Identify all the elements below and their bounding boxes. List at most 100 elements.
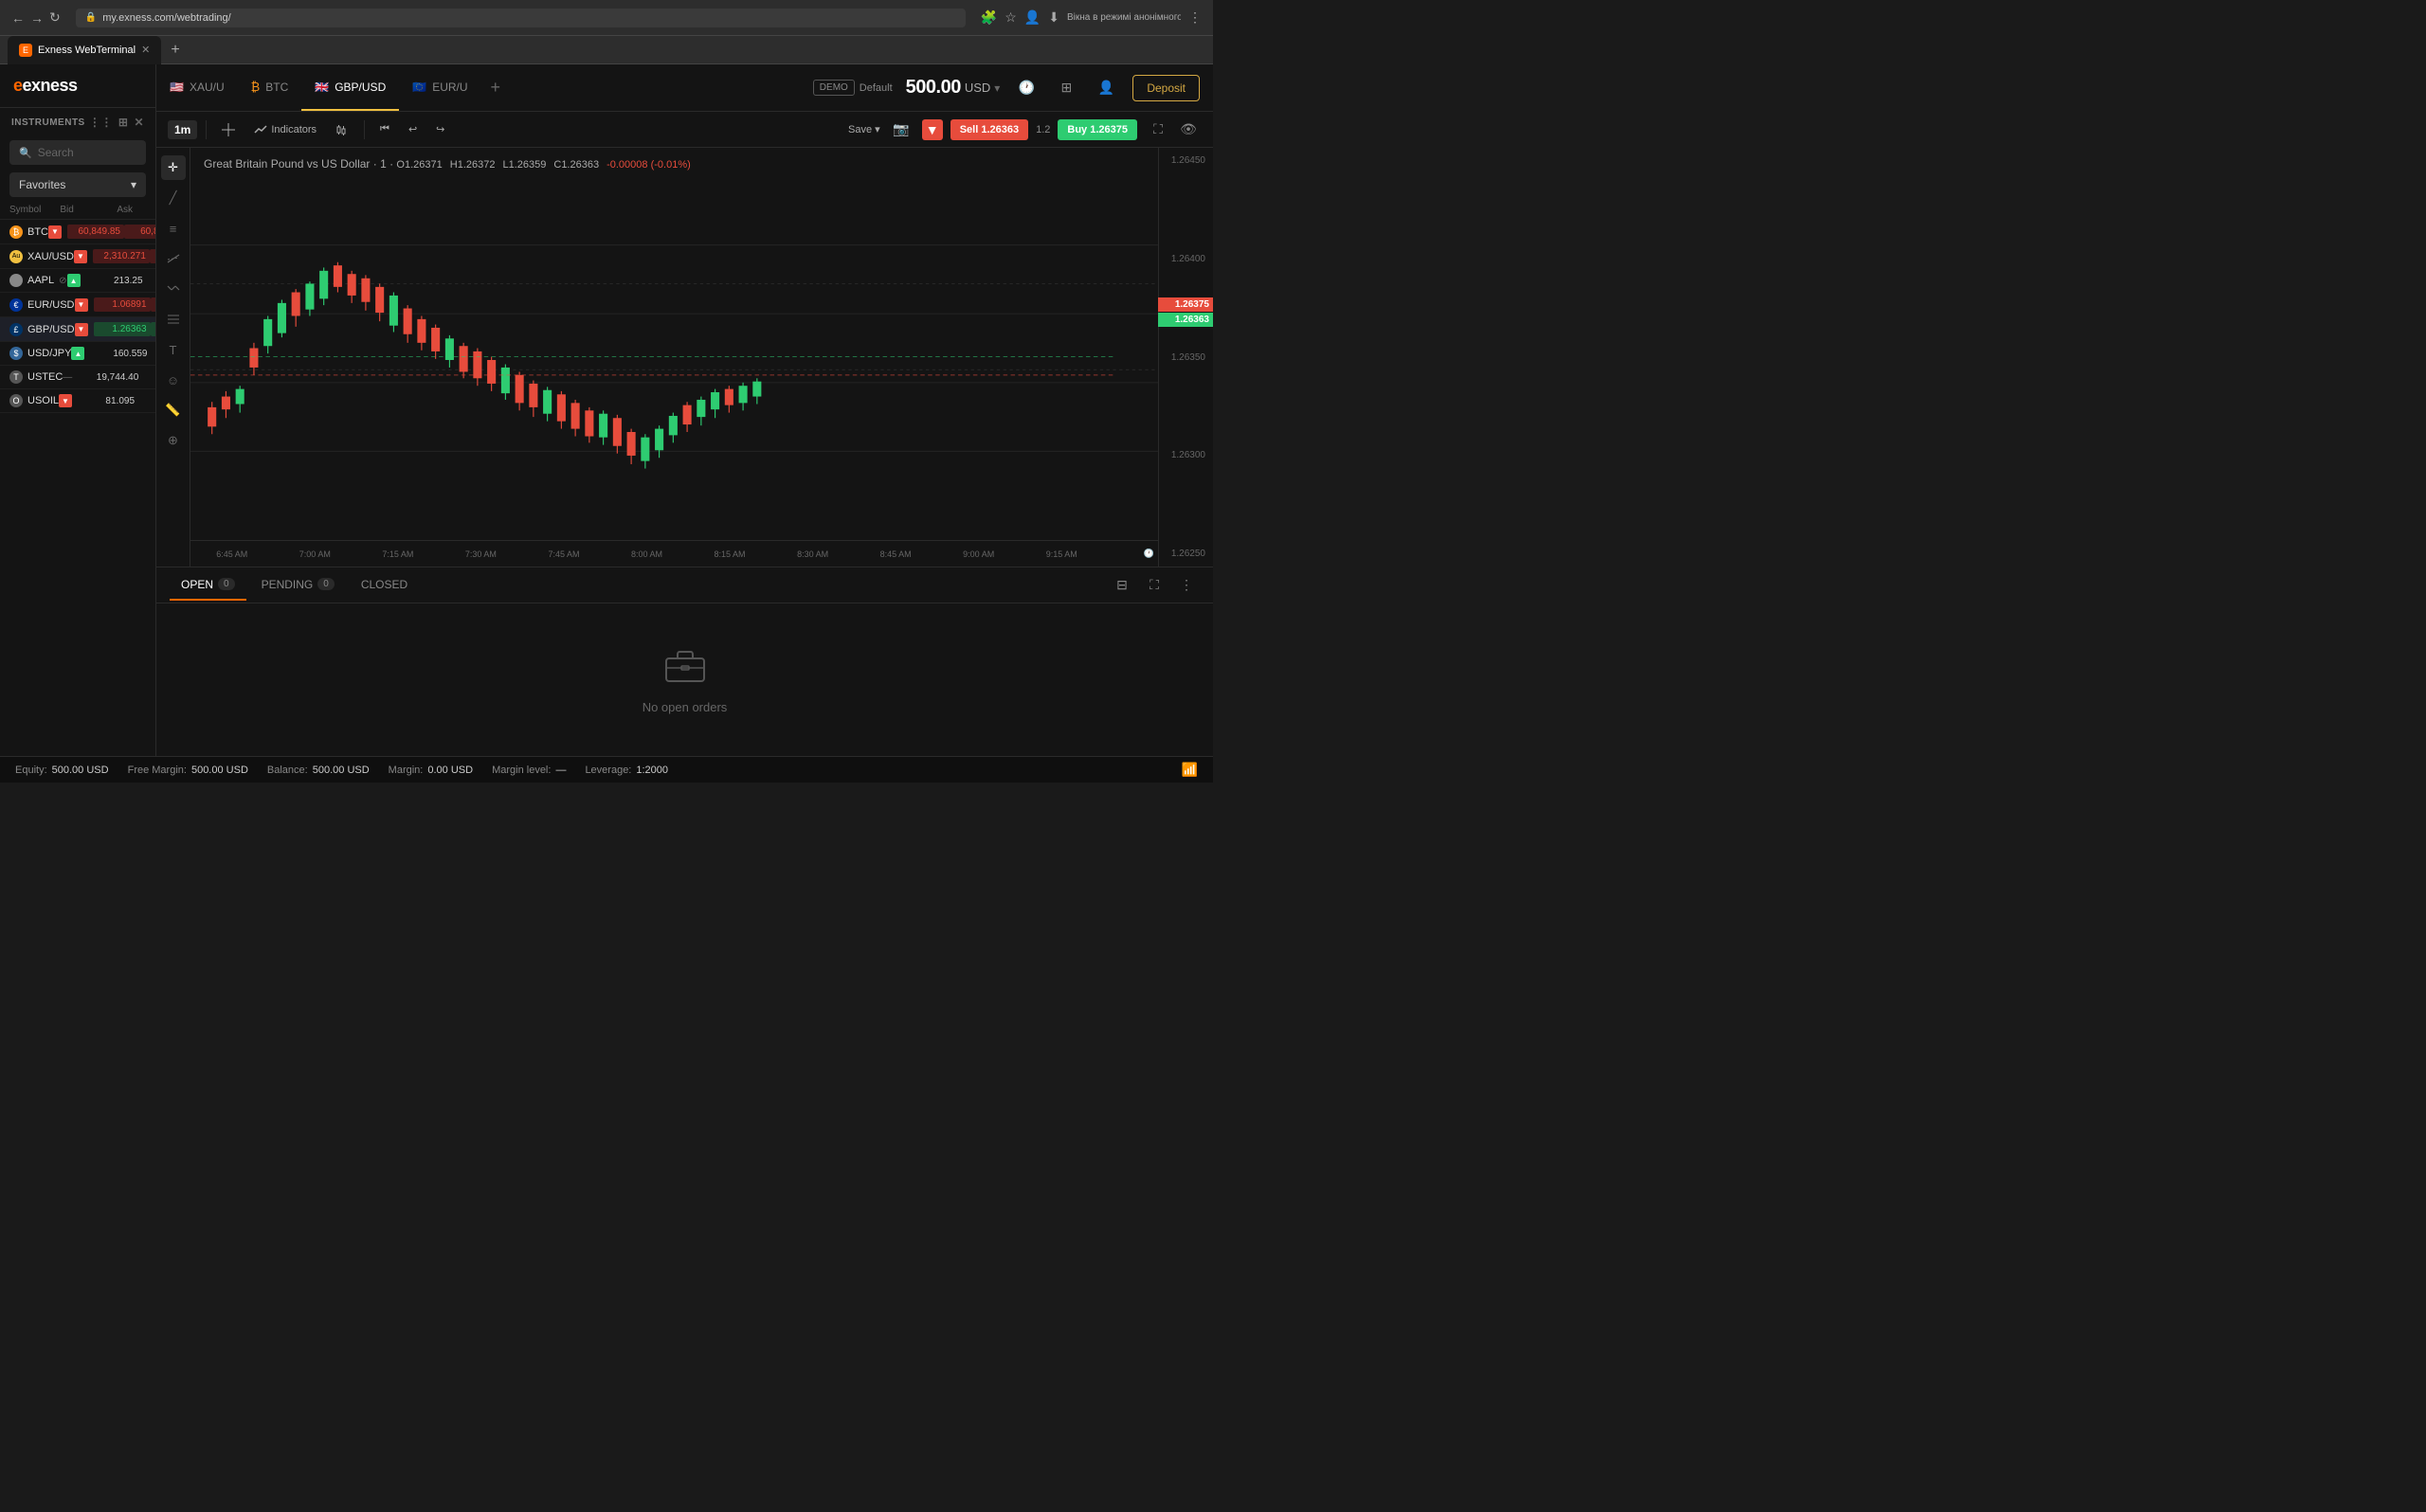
tab-btc[interactable]: ₿ BTC	[238, 64, 302, 111]
instrument-row-ustec[interactable]: T USTEC — 19,744.40 19,750.3	[0, 366, 155, 389]
instrument-row-eurusd[interactable]: € EUR/USD ▼ 1.06891 1.06901	[0, 293, 155, 317]
chart-and-orders: ✛ ╱ ≡	[156, 148, 1213, 756]
usdjpy-label: USD/JPY	[27, 348, 71, 359]
balance-label: Balance:	[267, 765, 308, 776]
fib-tool[interactable]	[161, 307, 186, 332]
browser-tab-exness[interactable]: E Exness WebTerminal ✕	[8, 36, 161, 64]
measure-tool[interactable]: 📏	[161, 398, 186, 423]
orders-layout-btn[interactable]: ⊟	[1109, 572, 1135, 599]
closed-tab-label: CLOSED	[361, 578, 407, 591]
save-dropdown: ▾	[875, 124, 880, 135]
price-level-5: 1.26250	[1159, 549, 1209, 559]
instrument-row-usdjpy[interactable]: $ USD/JPY ▲ 160.559 160.570	[0, 342, 155, 366]
sell-arrow-button[interactable]: ▼	[922, 119, 943, 140]
ustec-label: USTEC	[27, 371, 63, 383]
rewind-back-button[interactable]: ⏮	[373, 120, 396, 138]
browser-forward-btn[interactable]: →	[30, 10, 44, 26]
timeframe-1m-button[interactable]: 1m	[168, 120, 197, 139]
eurusd-tab-label: EUR/U	[432, 81, 467, 94]
ustec-bid: 19,744.40	[81, 372, 138, 383]
emoji-tool[interactable]: ☺	[161, 368, 186, 392]
tab-gbpusd[interactable]: 🇬🇧 GBP/USD	[301, 64, 399, 111]
price-level-3: 1.26350	[1159, 352, 1209, 363]
h-line-tool[interactable]: ≡	[161, 216, 186, 241]
time-800: 8:00 AM	[606, 549, 689, 559]
fullscreen-btn[interactable]: ⛶	[1145, 117, 1171, 143]
closed-orders-tab[interactable]: CLOSED	[350, 570, 419, 601]
briefcase-icon	[662, 645, 708, 683]
instrument-row-gbpusd[interactable]: £ GBP/USD ▼ 1.26363 1.26375	[0, 317, 155, 342]
tab-eurusd[interactable]: 🇪🇺 EUR/U	[399, 64, 480, 111]
browser-back-btn[interactable]: ←	[11, 10, 25, 26]
gbpusd-signal: ▼	[75, 323, 88, 336]
chart-canvas[interactable]: Great Britain Pound vs US Dollar · 1 · O…	[190, 148, 1213, 567]
sell-buy-area: Save ▾ 📷 ▼ Sell 1.26363 1.2 Buy 1.26375 …	[848, 117, 1202, 143]
tab-close-btn[interactable]: ✕	[141, 44, 150, 56]
usd-icon: $	[9, 347, 23, 360]
grid-icon-btn[interactable]: ⊞	[1053, 75, 1079, 101]
account-icon[interactable]: 👤	[1024, 9, 1041, 26]
zoom-tool[interactable]: ⊕	[161, 428, 186, 453]
instrument-row-usoil[interactable]: O USOIL ▼ 81.095 81.114	[0, 389, 155, 413]
indicators-button[interactable]: Indicators	[247, 120, 323, 139]
address-bar[interactable]: 🔒 my.exness.com/webtrading/	[76, 9, 966, 27]
list-view-icon[interactable]: ⋮⋮	[89, 116, 113, 129]
browser-refresh-btn[interactable]: ↻	[49, 9, 61, 26]
balance-dropdown-arrow[interactable]: ▾	[994, 81, 1000, 95]
chart-type-button[interactable]	[329, 120, 355, 139]
search-box[interactable]: 🔍 Search	[9, 140, 146, 165]
undo-button[interactable]: ↩	[402, 120, 424, 138]
status-bar: Equity: 500.00 USD Free Margin: 500.00 U…	[0, 756, 1213, 783]
star-icon[interactable]: ☆	[1005, 9, 1017, 26]
ustec-signal: —	[63, 372, 81, 383]
symbol-name-xauusd: Au XAU/USD	[9, 250, 74, 263]
redo-button[interactable]: ↪	[429, 120, 451, 138]
candles-icon	[335, 123, 349, 136]
open-orders-tab[interactable]: OPEN 0	[170, 570, 246, 601]
download-icon[interactable]: ⬇	[1048, 9, 1059, 26]
extensions-icon[interactable]: 🧩	[981, 9, 997, 26]
save-button[interactable]: Save ▾	[848, 123, 880, 135]
orders-menu-btn[interactable]: ⋮	[1173, 572, 1200, 599]
aapl-restricted-icon: ⊘	[59, 276, 66, 286]
tab-xauusd[interactable]: 🇺🇸 XAU/U	[156, 64, 238, 111]
deposit-button[interactable]: Deposit	[1132, 75, 1200, 101]
favorites-label: Favorites	[19, 178, 65, 191]
pending-orders-tab[interactable]: PENDING 0	[250, 570, 346, 601]
instruments-header: INSTRUMENTS ⋮⋮ ⊞ ✕	[0, 108, 155, 136]
buy-button[interactable]: Buy 1.26375	[1058, 119, 1137, 140]
user-icon-btn[interactable]: 👤	[1093, 75, 1119, 101]
chart-icon-btns: ⛶ 👁	[1145, 117, 1202, 143]
favorites-dropdown[interactable]: Favorites ▾	[9, 172, 146, 197]
col-bid: Bid	[60, 205, 117, 215]
tab-title: Exness WebTerminal	[38, 45, 136, 56]
instrument-row-xauusd[interactable]: Au XAU/USD ▼ 2,310.271 2,310.47	[0, 244, 155, 269]
xauusd-label: XAU/USD	[27, 251, 74, 262]
screenshot-btn[interactable]: 📷	[888, 117, 914, 143]
orders-expand-btn[interactable]: ⛶	[1141, 572, 1168, 599]
new-tab-btn[interactable]: +	[163, 42, 187, 59]
empty-orders-icon	[662, 645, 708, 691]
grid-view-icon[interactable]: ⊞	[118, 116, 129, 129]
line-tool[interactable]: ╱	[161, 186, 186, 210]
add-tab-button[interactable]: +	[481, 64, 511, 111]
usdjpy-ask: 160.570	[147, 349, 155, 359]
chart-title: Great Britain Pound vs US Dollar · 1 ·	[204, 157, 393, 171]
top-bar: 🇺🇸 XAU/U ₿ BTC 🇬🇧 GBP/USD 🇪🇺 EUR/U	[156, 64, 1213, 112]
regression-tool[interactable]	[161, 246, 186, 271]
clock-icon-btn[interactable]: 🕐	[1013, 75, 1040, 101]
btc-ask: 60,886.1	[124, 225, 155, 239]
drawing-tools-button[interactable]	[215, 120, 242, 139]
collapse-icon[interactable]: ✕	[134, 116, 144, 129]
sell-button[interactable]: Sell 1.26363	[950, 119, 1028, 140]
instrument-row-btc[interactable]: ₿ BTC ▼ 60,849.85 60,886.1	[0, 220, 155, 244]
url-display: my.exness.com/webtrading/	[102, 12, 231, 24]
time-645: 6:45 AM	[190, 549, 274, 559]
multi-line-tool[interactable]	[161, 277, 186, 301]
cursor-tool[interactable]: ✛	[161, 155, 186, 180]
eye-btn[interactable]: 👁	[1175, 117, 1202, 143]
menu-icon[interactable]: ⋮	[1188, 9, 1202, 26]
time-axis-end[interactable]: 🕐	[1103, 549, 1158, 559]
instrument-row-aapl[interactable]: AAPL ⊘ ▲ 213.25 213.34	[0, 269, 155, 293]
text-tool[interactable]: T	[161, 337, 186, 362]
